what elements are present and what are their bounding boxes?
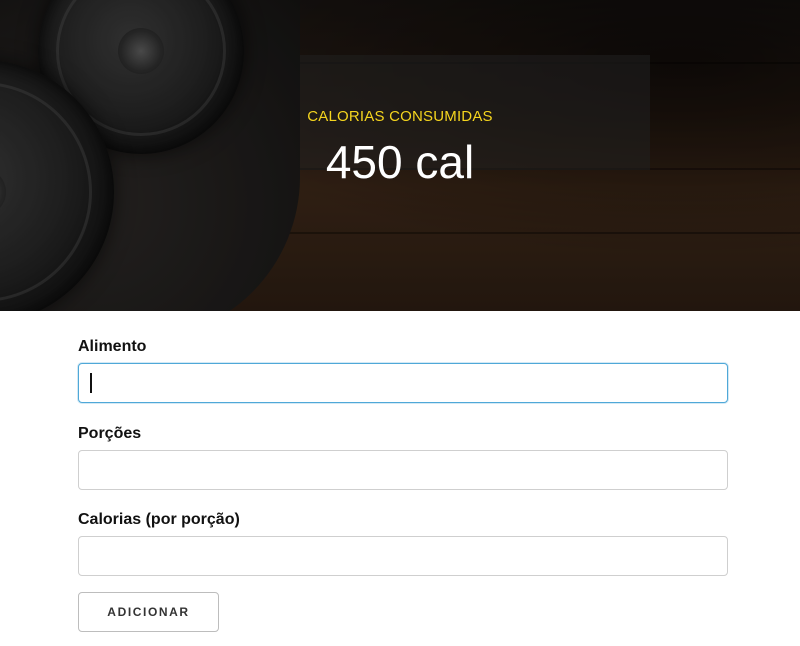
food-field-wrapper (78, 363, 728, 403)
text-caret (90, 373, 92, 393)
calories-label: CALORIAS CONSUMIDAS (307, 108, 493, 125)
food-label: Alimento (78, 338, 147, 355)
add-button[interactable]: ADICIONAR (78, 592, 219, 632)
portions-input[interactable] (78, 450, 728, 490)
calories-value: 450 cal (325, 136, 475, 188)
food-input[interactable] (78, 363, 728, 403)
calories-per-portion-label: Calorias (por porção) (78, 511, 240, 528)
portions-label: Porções (78, 425, 142, 442)
hero-banner: CALORIAS CONSUMIDAS 450 cal (0, 0, 800, 311)
calories-summary: CALORIAS CONSUMIDAS 450 cal (0, 108, 800, 189)
calories-per-portion-input[interactable] (78, 536, 728, 576)
